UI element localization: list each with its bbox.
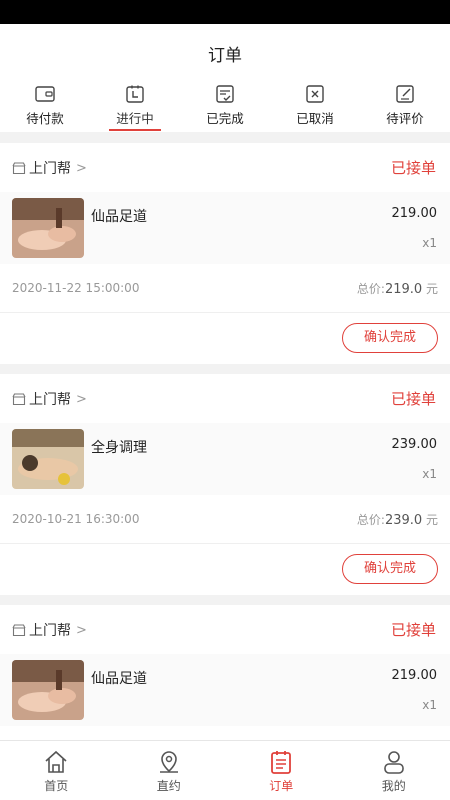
tab-completed[interactable]: 已完成	[180, 82, 270, 132]
location-icon	[159, 751, 178, 773]
nav-label: 我的	[381, 779, 406, 793]
order-tabs: 待付款 进行中 已完成 已取消 待评价	[0, 82, 450, 132]
chevron-right-icon: >	[76, 160, 87, 176]
confirm-complete-button[interactable]: 确认完成	[342, 554, 438, 584]
item-name: 仙品足道	[91, 209, 147, 225]
chevron-right-icon: >	[76, 391, 87, 407]
total-label: 总价:	[356, 282, 385, 296]
order-card: 上门帮 > 已接单 仙品足道 219.00 x1 2020-11-22 15:0…	[0, 143, 450, 364]
order-date: 2020-10-21 16:30:00	[12, 512, 140, 526]
item-quantity: x1	[422, 236, 437, 250]
chevron-right-icon: >	[76, 622, 87, 638]
wallet-icon	[35, 86, 55, 102]
order-item[interactable]: 仙品足道 219.00 x1	[0, 654, 450, 726]
item-name: 仙品足道	[91, 671, 147, 687]
item-thumbnail	[12, 429, 84, 489]
nav-label: 订单	[269, 779, 294, 793]
item-name: 全身调理	[91, 440, 147, 456]
tab-label: 已完成	[206, 111, 244, 126]
order-card-header: 上门帮 > 已接单	[0, 143, 450, 192]
item-quantity: x1	[422, 698, 437, 712]
status-bar	[0, 0, 450, 24]
order-meta: 2020-11-22 15:00:00 总价:219.0 元	[0, 264, 450, 313]
store-link[interactable]: 上门帮 >	[12, 158, 87, 178]
confirm-complete-button[interactable]: 确认完成	[342, 323, 438, 353]
tab-to-review[interactable]: 待评价	[360, 82, 450, 132]
user-icon	[383, 751, 404, 774]
item-price: 219.00	[391, 206, 438, 221]
clock-icon	[126, 85, 144, 103]
bottom-tab-bar: 首页 直约 订单 我的	[0, 740, 450, 800]
nav-profile[interactable]: 我的	[338, 741, 450, 800]
store-name: 上门帮	[29, 392, 71, 408]
tab-in-progress[interactable]: 进行中	[90, 82, 180, 132]
total-amount: 239.0	[384, 513, 423, 528]
home-icon	[45, 750, 67, 773]
order-meta: 2020-10-21 16:30:00 总价:239.0 元	[0, 495, 450, 544]
tab-label: 已取消	[296, 111, 334, 126]
header: 订单 待付款 进行中 已完成 已取消 待评价	[0, 24, 450, 132]
item-price: 219.00	[391, 668, 438, 683]
order-date: 2020-11-22 15:00:00	[12, 281, 140, 295]
store-link[interactable]: 上门帮 >	[12, 620, 87, 640]
orders-icon	[271, 751, 291, 774]
order-status: 已接单	[390, 390, 436, 408]
tab-label: 进行中	[116, 111, 154, 126]
nav-label: 直约	[156, 779, 181, 793]
nav-orders[interactable]: 订单	[225, 741, 338, 800]
order-total: 总价:219.0 元	[357, 280, 438, 297]
nav-direct-book[interactable]: 直约	[113, 741, 226, 800]
order-card: 上门帮 > 已接单 全身调理 239.00 x1 2020-10-21 16:3…	[0, 374, 450, 595]
currency-label: 元	[425, 513, 438, 527]
currency-label: 元	[425, 282, 438, 296]
item-thumbnail	[12, 198, 84, 258]
nav-label: 首页	[44, 779, 69, 793]
order-status: 已接单	[390, 621, 436, 639]
item-quantity: x1	[422, 467, 437, 481]
order-item[interactable]: 全身调理 239.00 x1	[0, 423, 450, 495]
store-name: 上门帮	[29, 161, 71, 177]
store-icon	[12, 624, 26, 637]
item-price: 239.00	[391, 437, 438, 452]
order-status: 已接单	[390, 159, 436, 177]
tab-label: 待付款	[26, 111, 64, 126]
order-item[interactable]: 仙品足道 219.00 x1	[0, 192, 450, 264]
check-doc-icon	[216, 85, 234, 103]
tab-label: 待评价	[386, 111, 424, 126]
page-title: 订单	[208, 46, 242, 66]
store-icon	[12, 393, 26, 406]
store-link[interactable]: 上门帮 >	[12, 389, 87, 409]
store-icon	[12, 162, 26, 175]
edit-icon	[396, 85, 414, 103]
total-amount: 219.0	[384, 282, 423, 297]
store-name: 上门帮	[29, 623, 71, 639]
cancel-icon	[306, 85, 324, 103]
item-thumbnail	[12, 660, 84, 720]
total-label: 总价:	[356, 513, 385, 527]
active-tab-indicator	[109, 129, 161, 131]
order-card-header: 上门帮 > 已接单	[0, 374, 450, 423]
order-total: 总价:239.0 元	[357, 511, 438, 528]
tab-cancelled[interactable]: 已取消	[270, 82, 360, 132]
tab-pending-payment[interactable]: 待付款	[0, 82, 90, 132]
nav-home[interactable]: 首页	[0, 741, 113, 800]
order-card-header: 上门帮 > 已接单	[0, 605, 450, 654]
